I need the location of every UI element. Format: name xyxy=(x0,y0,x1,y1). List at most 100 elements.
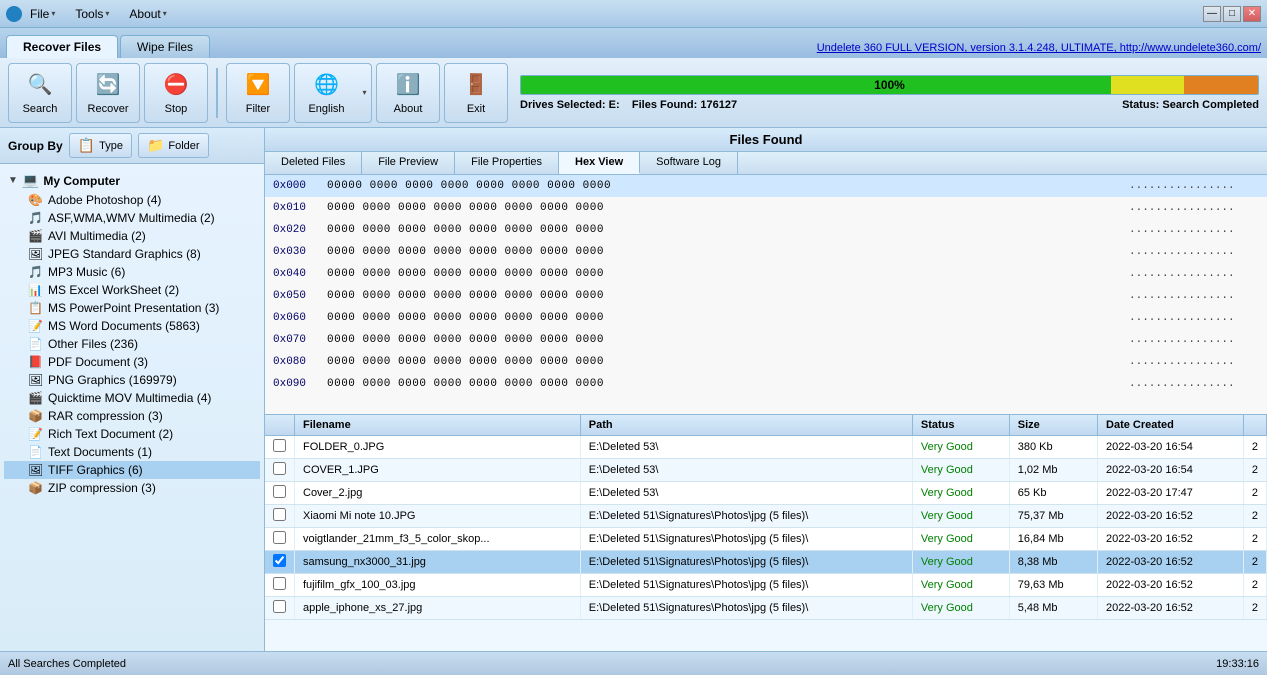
table-row[interactable]: Cover_2.jpg E:\Deleted 53\ Very Good 65 … xyxy=(265,482,1267,505)
row-checkbox-1[interactable] xyxy=(265,459,295,482)
files-found-header: Files Found xyxy=(265,128,1267,152)
row-filename-1: COVER_1.JPG xyxy=(295,459,581,482)
tab-file-properties[interactable]: File Properties xyxy=(455,152,559,174)
toolbar: 🔍 Search 🔄 Recover ⛔ Stop 🔽 Filter 🌐 Eng… xyxy=(0,58,1267,128)
checkbox-4[interactable] xyxy=(273,531,286,544)
tree-item-icon-1: 🎵 xyxy=(28,211,44,225)
row-date-5: 2022-03-20 16:52 xyxy=(1098,551,1244,574)
version-link[interactable]: Undelete 360 FULL VERSION, version 3.1.4… xyxy=(817,42,1261,58)
table-row[interactable]: apple_iphone_xs_27.jpg E:\Deleted 51\Sig… xyxy=(265,597,1267,620)
row-checkbox-4[interactable] xyxy=(265,528,295,551)
checkbox-0[interactable] xyxy=(273,439,286,452)
tab-deleted-files[interactable]: Deleted Files xyxy=(265,152,362,174)
checkbox-2[interactable] xyxy=(273,485,286,498)
tree-item-16[interactable]: 📦ZIP compression (3) xyxy=(4,479,260,497)
table-row[interactable]: Xiaomi Mi note 10.JPG E:\Deleted 51\Sign… xyxy=(265,505,1267,528)
group-folder-button[interactable]: 📁 Folder xyxy=(138,133,209,158)
hex-row-1: 0x0100000 0000 0000 0000 0000 0000 0000 … xyxy=(265,197,1267,219)
row-checkbox-2[interactable] xyxy=(265,482,295,505)
checkbox-1[interactable] xyxy=(273,462,286,475)
hex-view: 0x00000000 0000 0000 0000 0000 0000 0000… xyxy=(265,175,1267,415)
row-checkbox-7[interactable] xyxy=(265,597,295,620)
tab-hex-view[interactable]: Hex View xyxy=(559,152,640,174)
table-row[interactable]: FOLDER_0.JPG E:\Deleted 53\ Very Good 38… xyxy=(265,436,1267,459)
row-checkbox-0[interactable] xyxy=(265,436,295,459)
tree-item-2[interactable]: 🎬AVI Multimedia (2) xyxy=(4,227,260,245)
hex-addr-4: 0x040 xyxy=(273,268,327,280)
tree-item-icon-13: 📝 xyxy=(28,427,44,441)
row-filename-5: samsung_nx3000_31.jpg xyxy=(295,551,581,574)
toolbar-group-main: 🔍 Search 🔄 Recover ⛔ Stop 🔽 Filter 🌐 Eng… xyxy=(8,63,508,123)
checkbox-5[interactable] xyxy=(273,554,286,567)
col-size[interactable]: Size xyxy=(1009,415,1097,436)
english-button[interactable]: 🌐 English xyxy=(294,63,358,123)
hex-ascii-7: ................ xyxy=(1129,334,1259,346)
status-value: Search Completed xyxy=(1162,99,1259,111)
search-button[interactable]: 🔍 Search xyxy=(8,63,72,123)
tree-item-1[interactable]: 🎵ASF,WMA,WMV Multimedia (2) xyxy=(4,209,260,227)
english-dropdown-arrow[interactable]: ▾ xyxy=(358,63,372,123)
tree-item-8[interactable]: 📄Other Files (236) xyxy=(4,335,260,353)
row-checkbox-6[interactable] xyxy=(265,574,295,597)
about-button[interactable]: ℹ️ About xyxy=(376,63,440,123)
hex-addr-6: 0x060 xyxy=(273,312,327,324)
table-row[interactable]: COVER_1.JPG E:\Deleted 53\ Very Good 1,0… xyxy=(265,459,1267,482)
tree-root-my-computer[interactable]: ▼ 💻 My Computer xyxy=(4,170,260,191)
row-path-6: E:\Deleted 51\Signatures\Photos\jpg (5 f… xyxy=(580,574,912,597)
table-row[interactable]: samsung_nx3000_31.jpg E:\Deleted 51\Sign… xyxy=(265,551,1267,574)
group-type-button[interactable]: 📋 Type xyxy=(69,133,132,158)
maximize-button[interactable]: □ xyxy=(1223,6,1241,22)
row-checkbox-5[interactable] xyxy=(265,551,295,574)
tree-item-4[interactable]: 🎵MP3 Music (6) xyxy=(4,263,260,281)
tab-wipe-files[interactable]: Wipe Files xyxy=(120,35,210,58)
tree-item-11[interactable]: 🎬Quicktime MOV Multimedia (4) xyxy=(4,389,260,407)
tree-item-6[interactable]: 📋MS PowerPoint Presentation (3) xyxy=(4,299,260,317)
menu-file[interactable]: File ▾ xyxy=(26,5,59,23)
tree-item-label-9: PDF Document (3) xyxy=(48,355,148,369)
tab-bar: Recover Files Wipe Files Undelete 360 FU… xyxy=(0,28,1267,58)
row-date-4: 2022-03-20 16:52 xyxy=(1098,528,1244,551)
checkbox-3[interactable] xyxy=(273,508,286,521)
tree-item-3[interactable]: 🖼JPEG Standard Graphics (8) xyxy=(4,245,260,263)
menu-tools[interactable]: Tools ▾ xyxy=(71,5,113,23)
tab-file-preview[interactable]: File Preview xyxy=(362,152,455,174)
col-extra xyxy=(1243,415,1266,436)
tree-item-12[interactable]: 📦RAR compression (3) xyxy=(4,407,260,425)
stop-button[interactable]: ⛔ Stop xyxy=(144,63,208,123)
col-date[interactable]: Date Created xyxy=(1098,415,1244,436)
tree-item-0[interactable]: 🎨Adobe Photoshop (4) xyxy=(4,191,260,209)
col-status[interactable]: Status xyxy=(912,415,1009,436)
row-path-7: E:\Deleted 51\Signatures\Photos\jpg (5 f… xyxy=(580,597,912,620)
hex-bytes-7: 0000 0000 0000 0000 0000 0000 0000 0000 xyxy=(327,334,1129,346)
file-table: Filename Path Status Size Date Created F… xyxy=(265,415,1267,620)
hex-ascii-6: ................ xyxy=(1129,312,1259,324)
checkbox-6[interactable] xyxy=(273,577,286,590)
filter-button[interactable]: 🔽 Filter xyxy=(226,63,290,123)
tree-item-9[interactable]: 📕PDF Document (3) xyxy=(4,353,260,371)
tree-item-5[interactable]: 📊MS Excel WorkSheet (2) xyxy=(4,281,260,299)
row-path-2: E:\Deleted 53\ xyxy=(580,482,912,505)
col-path[interactable]: Path xyxy=(580,415,912,436)
minimize-button[interactable]: — xyxy=(1203,6,1221,22)
table-row[interactable]: voigtlander_21mm_f3_5_color_skop... E:\D… xyxy=(265,528,1267,551)
tree-item-label-0: Adobe Photoshop (4) xyxy=(48,193,161,207)
menu-about[interactable]: About ▾ xyxy=(125,5,170,23)
close-button[interactable]: ✕ xyxy=(1243,6,1261,22)
checkbox-7[interactable] xyxy=(273,600,286,613)
row-checkbox-3[interactable] xyxy=(265,505,295,528)
separator-1 xyxy=(216,68,218,118)
tree-item-15[interactable]: 🖼TIFF Graphics (6) xyxy=(4,461,260,479)
tree-item-14[interactable]: 📄Text Documents (1) xyxy=(4,443,260,461)
table-row[interactable]: fujifilm_gfx_100_03.jpg E:\Deleted 51\Si… xyxy=(265,574,1267,597)
tab-recover-files[interactable]: Recover Files xyxy=(6,35,118,58)
tab-software-log[interactable]: Software Log xyxy=(640,152,738,174)
file-table-container[interactable]: Filename Path Status Size Date Created F… xyxy=(265,415,1267,651)
tree-item-icon-7: 📝 xyxy=(28,319,44,333)
hex-row-3: 0x0300000 0000 0000 0000 0000 0000 0000 … xyxy=(265,241,1267,263)
tree-item-13[interactable]: 📝Rich Text Document (2) xyxy=(4,425,260,443)
tree-item-10[interactable]: 🖼PNG Graphics (169979) xyxy=(4,371,260,389)
col-filename[interactable]: Filename xyxy=(295,415,581,436)
tree-item-7[interactable]: 📝MS Word Documents (5863) xyxy=(4,317,260,335)
recover-button[interactable]: 🔄 Recover xyxy=(76,63,140,123)
exit-button[interactable]: 🚪 Exit xyxy=(444,63,508,123)
